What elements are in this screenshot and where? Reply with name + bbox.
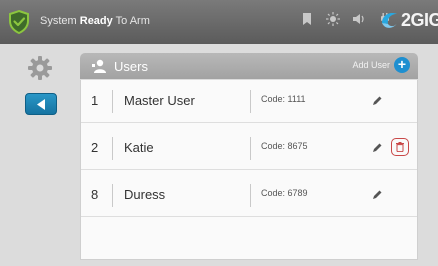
divider bbox=[112, 137, 113, 160]
status-strong: Ready bbox=[79, 15, 113, 27]
gear-icon[interactable] bbox=[27, 55, 53, 81]
delete-button[interactable] bbox=[391, 138, 409, 156]
brand-text: 2GIG bbox=[401, 9, 438, 30]
user-number: 8 bbox=[91, 187, 99, 202]
users-panel-header: Users Add User + bbox=[80, 53, 418, 79]
user-name: Master User bbox=[124, 93, 195, 108]
brand-logo: 2GIG bbox=[378, 9, 438, 31]
divider bbox=[112, 90, 113, 113]
divider bbox=[112, 184, 113, 207]
list-item[interactable]: 1 Master User Code: 1111 bbox=[81, 80, 417, 123]
user-code: Code: 1111 bbox=[261, 94, 306, 104]
user-number: 2 bbox=[91, 140, 99, 155]
add-user-button[interactable]: Add User + bbox=[352, 57, 410, 73]
user-code: Code: 8675 bbox=[261, 141, 308, 151]
sun-icon[interactable] bbox=[326, 12, 340, 28]
speaker-icon[interactable] bbox=[352, 12, 366, 28]
edit-icon[interactable] bbox=[371, 142, 383, 154]
user-name: Duress bbox=[124, 187, 166, 202]
back-button[interactable] bbox=[25, 93, 57, 115]
add-user-label: Add User bbox=[352, 60, 390, 70]
divider bbox=[250, 90, 251, 113]
bookmark-icon[interactable] bbox=[300, 12, 314, 28]
divider bbox=[250, 184, 251, 207]
system-status-text: System Ready To Arm bbox=[40, 15, 150, 27]
trash-icon bbox=[396, 142, 404, 152]
edit-icon[interactable] bbox=[371, 95, 383, 107]
user-code: Code: 6789 bbox=[261, 188, 308, 198]
user-number: 1 bbox=[91, 93, 99, 108]
page-title: Users bbox=[114, 59, 148, 74]
divider bbox=[250, 137, 251, 160]
status-bar: System Ready To Arm 2GIG bbox=[0, 0, 438, 44]
list-item[interactable]: 8 Duress Code: 6789 bbox=[81, 174, 417, 217]
edit-icon[interactable] bbox=[371, 189, 383, 201]
back-arrow-icon bbox=[37, 99, 45, 110]
list-item[interactable]: 2 Katie Code: 8675 bbox=[81, 127, 417, 170]
users-list: 1 Master User Code: 1111 2 Katie Code: 8… bbox=[80, 80, 418, 260]
logo-mark-icon bbox=[382, 13, 397, 28]
user-name: Katie bbox=[124, 140, 154, 155]
status-prefix: System bbox=[40, 15, 77, 27]
shield-check-icon bbox=[9, 9, 29, 35]
user-icon bbox=[92, 59, 106, 73]
plus-icon: + bbox=[394, 57, 410, 73]
status-suffix: To Arm bbox=[115, 15, 150, 27]
